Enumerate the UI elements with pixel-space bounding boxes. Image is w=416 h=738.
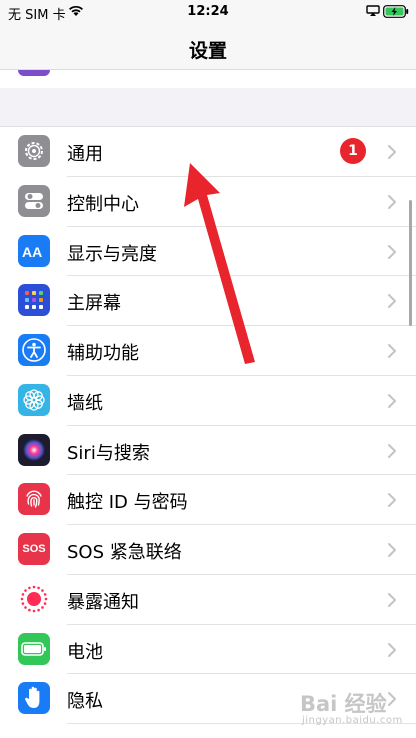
chevron-right-icon	[387, 144, 397, 160]
gear-icon	[18, 135, 50, 167]
clock: 12:24	[187, 4, 229, 19]
settings-row[interactable]: Siri与搜索	[0, 426, 416, 476]
settings-row-label: 辅助功能	[67, 343, 139, 364]
settings-row[interactable]: 暴露通知	[0, 575, 416, 625]
scroll-indicator[interactable]	[409, 200, 412, 326]
airplay-icon	[366, 5, 380, 21]
chevron-right-icon	[387, 592, 397, 608]
settings-row[interactable]: 墙纸	[0, 376, 416, 426]
chevron-right-icon	[387, 393, 397, 409]
settings-group: 通用 1 控制中心 AA 显示与亮度主屏幕辅助功能墙纸 Siri与搜索触控 ID 与密码 S…	[0, 126, 416, 738]
nav-bar: 设置	[0, 24, 416, 70]
watermark-url: jingyan.baidu.com	[302, 715, 403, 726]
settings-row-label: 控制中心	[67, 193, 139, 215]
settings-row-label: 触控 ID 与密码	[67, 492, 188, 514]
chevron-right-icon	[387, 542, 397, 558]
settings-row-label: 通用	[67, 144, 103, 165]
settings-row[interactable]: SOS SOS 紧急联络	[0, 525, 416, 575]
watermark-logo: Bai 经验	[300, 692, 387, 716]
battery-charging-icon	[383, 5, 409, 22]
page-title: 设置	[188, 40, 227, 62]
exposure-notification-icon	[18, 582, 50, 615]
settings-row[interactable]: 通用 1	[0, 127, 416, 177]
hand-icon	[18, 682, 50, 715]
chevron-right-icon	[387, 492, 397, 508]
notification-badge: 1	[340, 138, 366, 164]
settings-row-label: 墙纸	[67, 392, 103, 414]
svg-text:AA: AA	[22, 244, 42, 260]
previous-group-tail	[0, 70, 416, 88]
status-bar: 无 SIM 卡 12:24	[0, 0, 416, 24]
battery-icon	[18, 632, 50, 665]
siri-icon	[18, 433, 50, 466]
settings-row-label: Siri与搜索	[67, 442, 150, 464]
settings-row-label: SOS 紧急联络	[67, 542, 182, 563]
settings-row[interactable]: AA 显示与亮度	[0, 227, 416, 277]
settings-row-label: 隐私	[67, 691, 103, 713]
settings-row[interactable]: 辅助功能	[0, 326, 416, 376]
fingerprint-icon	[18, 483, 50, 516]
settings-row[interactable]: 触控 ID 与密码	[0, 475, 416, 525]
app-grid-icon	[18, 284, 50, 317]
settings-row[interactable]: 主屏幕	[0, 276, 416, 326]
sos-icon-text: SOS	[22, 543, 46, 555]
text-size-icon: AA	[18, 234, 50, 267]
settings-row-label: 显示与亮度	[67, 243, 157, 265]
chevron-right-icon	[387, 244, 397, 260]
chevron-right-icon	[387, 642, 397, 658]
sos-icon: SOS	[18, 533, 50, 565]
previous-row-icon	[18, 70, 50, 76]
flower-icon	[18, 383, 50, 416]
settings-row[interactable]: 电池	[0, 625, 416, 675]
chevron-right-icon	[387, 343, 397, 359]
watermark: Bai 经验 jingyan.baidu.com	[300, 688, 410, 730]
toggles-icon	[18, 184, 50, 217]
accessibility-icon	[18, 334, 50, 366]
settings-row[interactable]: 控制中心	[0, 177, 416, 227]
settings-row-label: 暴露通知	[67, 591, 139, 613]
chevron-right-icon	[387, 443, 397, 459]
settings-row-label: 主屏幕	[67, 293, 121, 315]
chevron-right-icon	[387, 194, 397, 210]
chevron-right-icon	[387, 293, 397, 309]
settings-row-label: 电池	[67, 641, 103, 663]
